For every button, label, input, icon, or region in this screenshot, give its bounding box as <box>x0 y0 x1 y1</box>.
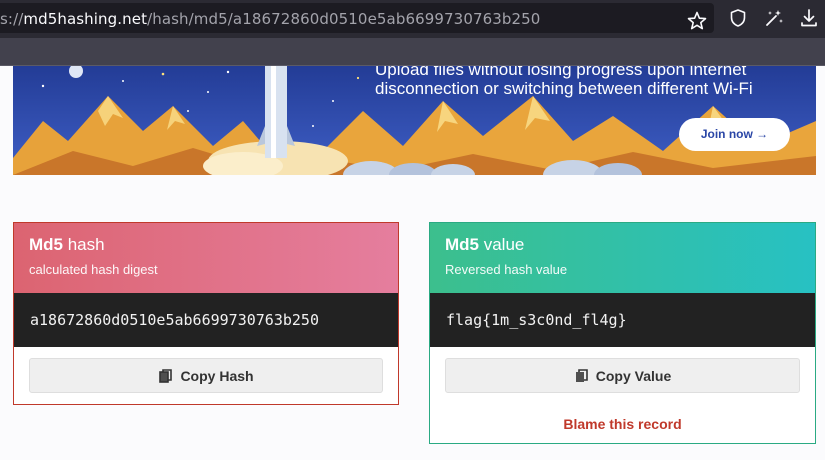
join-now-button[interactable]: Join now → <box>679 118 790 151</box>
hash-card-title-bold: Md5 <box>29 235 63 254</box>
value-card-title-bold: Md5 <box>445 235 479 254</box>
md5-value-card: Md5 value Reversed hash value flag{1m_s3… <box>429 222 816 444</box>
copy-icon <box>575 368 588 382</box>
magic-wand-icon[interactable] <box>763 7 785 29</box>
value-card-subtitle: Reversed hash value <box>445 262 568 277</box>
url-path: /hash/md5/a18672860d0510e5ab6699730763b2… <box>147 10 541 28</box>
banner-line-1: Upload files without losing progress upo… <box>375 66 747 79</box>
ad-banner[interactable]: Upload files without losing progress upo… <box>13 66 816 175</box>
copy-hash-button[interactable]: Copy Hash <box>29 358 383 393</box>
blame-record-link[interactable]: Blame this record <box>430 416 815 432</box>
hash-card-header: Md5 hash calculated hash digest <box>14 223 398 293</box>
browser-toolbar: s://md5hashing.net/hash/md5/a18672860d05… <box>0 0 825 38</box>
hash-card-title-rest: hash <box>63 235 105 254</box>
url-host: md5hashing.net <box>23 10 148 28</box>
url-bar[interactable]: s://md5hashing.net/hash/md5/a18672860d05… <box>0 3 714 33</box>
download-icon[interactable] <box>798 7 820 29</box>
shield-icon[interactable] <box>727 7 749 29</box>
bookmarks-bar <box>0 38 825 66</box>
copy-hash-label: Copy Hash <box>180 367 254 384</box>
hash-card-subtitle: calculated hash digest <box>29 262 158 277</box>
md5-hash-card: Md5 hash calculated hash digest a1867286… <box>13 222 399 405</box>
copy-icon <box>159 368 173 383</box>
banner-line-2: disconnection or switching between diffe… <box>375 79 753 98</box>
copy-value-button[interactable]: Copy Value <box>445 358 800 393</box>
value-card-title-rest: value <box>479 235 525 254</box>
hash-card-title: Md5 hash <box>29 235 383 255</box>
url-prefix: s:// <box>0 10 24 28</box>
value-card-title: Md5 value <box>445 235 800 255</box>
star-icon[interactable] <box>686 10 708 32</box>
reversed-value[interactable]: flag{1m_s3c0nd_fl4g} <box>430 293 815 347</box>
copy-value-label: Copy Value <box>595 367 672 384</box>
url-text[interactable]: s://md5hashing.net/hash/md5/a18672860d05… <box>0 10 540 28</box>
value-card-header: Md5 value Reversed hash value <box>430 223 815 293</box>
hash-value[interactable]: a18672860d0510e5ab6699730763b250 <box>14 293 398 347</box>
